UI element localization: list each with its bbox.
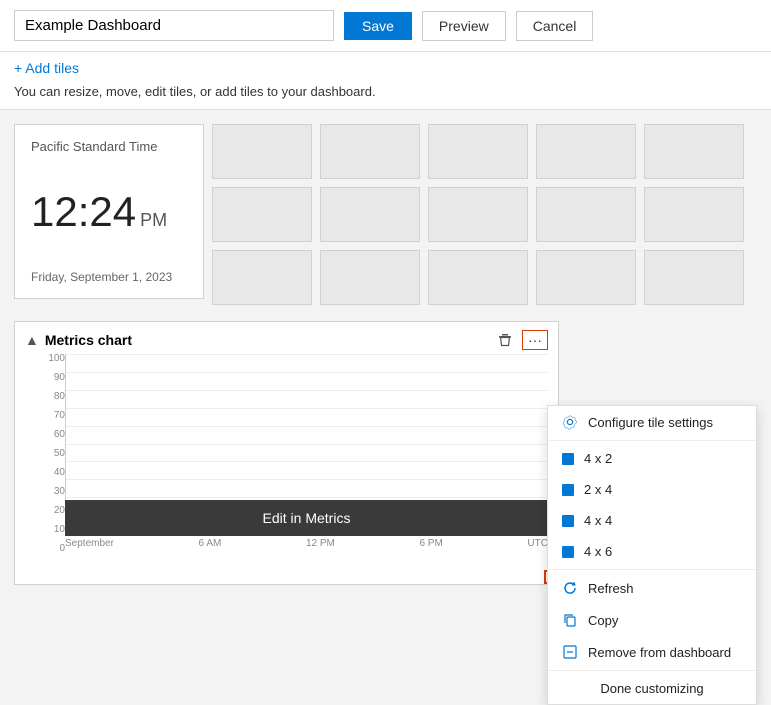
menu-label: 4 x 2: [584, 451, 612, 466]
menu-item-refresh[interactable]: Refresh: [548, 572, 756, 604]
resize-2x4-icon: [562, 484, 574, 496]
metrics-header: ▲ Metrics chart ···: [15, 322, 558, 354]
refresh-icon: [562, 580, 578, 596]
grid-line: [66, 390, 548, 391]
empty-tile: [320, 250, 420, 305]
menu-divider: [548, 670, 756, 671]
grid-line: [66, 497, 548, 498]
menu-item-2x4[interactable]: 2 x 4: [548, 474, 756, 505]
metrics-actions: ···: [494, 330, 548, 350]
menu-item-4x4[interactable]: 4 x 4: [548, 505, 756, 536]
menu-label: 4 x 4: [584, 513, 612, 528]
preview-button[interactable]: Preview: [422, 11, 506, 41]
menu-divider: [548, 440, 756, 441]
delete-button[interactable]: [494, 331, 516, 349]
grid-line: [66, 479, 548, 480]
empty-tile: [644, 250, 744, 305]
menu-label: Refresh: [588, 581, 634, 596]
empty-tile: [428, 250, 528, 305]
menu-label: Done customizing: [600, 681, 703, 696]
empty-tiles-grid: [212, 124, 744, 305]
menu-item-4x2[interactable]: 4 x 2: [548, 443, 756, 474]
empty-tile: [644, 124, 744, 179]
menu-divider: [548, 569, 756, 570]
grid-line: [66, 444, 548, 445]
empty-tile: [644, 187, 744, 242]
empty-tile: [536, 250, 636, 305]
empty-tile: [428, 187, 528, 242]
gear-icon: [562, 414, 578, 430]
clock-time: 12:24 PM: [31, 188, 187, 236]
menu-item-configure[interactable]: Configure tile settings: [548, 406, 756, 438]
empty-tile: [212, 187, 312, 242]
chart-inner: Edit in Metrics September 6 AM 12 PM 6 P…: [65, 354, 548, 564]
empty-tile: [212, 124, 312, 179]
clock-date: Friday, September 1, 2023: [31, 270, 187, 284]
grid-line: [66, 354, 548, 355]
menu-item-copy[interactable]: Copy: [548, 604, 756, 636]
metrics-title: Metrics chart: [45, 332, 132, 348]
metrics-title-row: ▲ Metrics chart: [25, 332, 132, 348]
edit-in-metrics-button[interactable]: Edit in Metrics: [65, 500, 548, 536]
dashboard-title-input[interactable]: [14, 10, 334, 41]
empty-tile: [212, 250, 312, 305]
context-menu: Configure tile settings 4 x 2 2 x 4 4 x …: [547, 405, 757, 705]
empty-tile: [428, 124, 528, 179]
empty-tile: [320, 187, 420, 242]
save-button[interactable]: Save: [344, 12, 412, 40]
copy-icon: [562, 612, 578, 628]
grid-line: [66, 426, 548, 427]
grid-line: [66, 408, 548, 409]
grid-line: [66, 372, 548, 373]
menu-label: Copy: [588, 613, 618, 628]
empty-tile: [536, 187, 636, 242]
menu-label: 2 x 4: [584, 482, 612, 497]
resize-4x4-icon: [562, 515, 574, 527]
dashboard-area: Pacific Standard Time 12:24 PM Friday, S…: [0, 110, 771, 599]
remove-icon: [562, 644, 578, 660]
clock-tile: Pacific Standard Time 12:24 PM Friday, S…: [14, 124, 204, 299]
menu-item-4x6[interactable]: 4 x 6: [548, 536, 756, 567]
more-options-button[interactable]: ···: [522, 330, 548, 350]
menu-item-remove[interactable]: Remove from dashboard: [548, 636, 756, 668]
empty-tile: [536, 124, 636, 179]
resize-4x2-icon: [562, 453, 574, 465]
menu-item-done[interactable]: Done customizing: [548, 673, 756, 704]
add-tiles-button[interactable]: + Add tiles: [14, 60, 79, 76]
chart-area: 100 90 80 70 60 50 40 30 20 10 0: [15, 354, 558, 584]
menu-label: Remove from dashboard: [588, 645, 731, 660]
grid-line: [66, 461, 548, 462]
x-axis: September 6 AM 12 PM 6 PM UTC: [65, 534, 548, 549]
resize-4x6-icon: [562, 546, 574, 558]
cancel-button[interactable]: Cancel: [516, 11, 594, 41]
menu-label: 4 x 6: [584, 544, 612, 559]
subheader: + Add tiles You can resize, move, edit t…: [0, 52, 771, 110]
y-axis: 100 90 80 70 60 50 40 30 20 10 0: [25, 354, 65, 554]
metrics-tile: ▲ Metrics chart ··· 100 90 80 70 60 50 4…: [14, 321, 559, 585]
clock-timezone: Pacific Standard Time: [31, 139, 187, 154]
empty-tile: [320, 124, 420, 179]
filter-icon: ▲: [25, 332, 39, 348]
header: Save Preview Cancel: [0, 0, 771, 52]
menu-label: Configure tile settings: [588, 415, 713, 430]
hint-text: You can resize, move, edit tiles, or add…: [14, 80, 757, 105]
